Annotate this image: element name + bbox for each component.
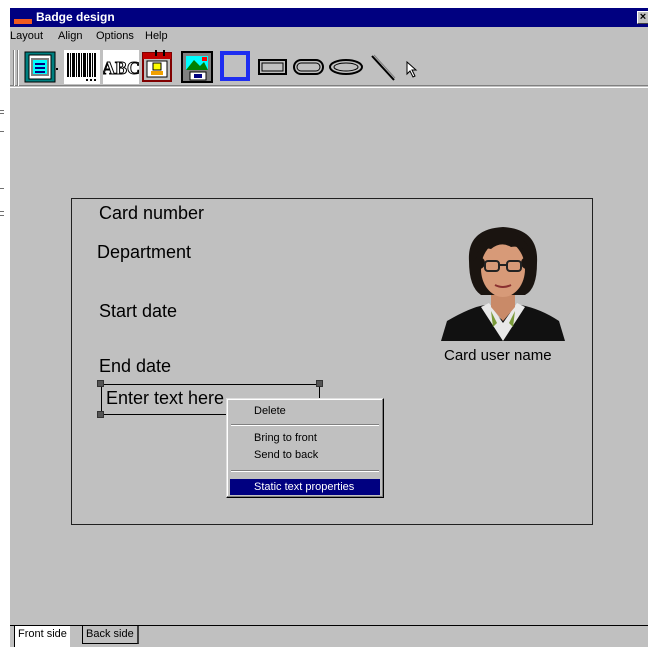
ellipse-tool-icon[interactable] <box>329 50 365 84</box>
end-date-field[interactable]: End date <box>99 356 171 377</box>
abc-text-icon[interactable]: ABC <box>101 50 141 84</box>
ctx-bring-to-front[interactable]: Bring to front <box>230 430 380 446</box>
menu-bar: Layout Align Options Help <box>10 27 648 45</box>
layout-icon[interactable] <box>23 50 61 84</box>
badge-design-window: Badge design × Layout Align Options Help <box>10 8 648 647</box>
ctx-separator <box>231 424 379 426</box>
abc-label: ABC <box>103 58 139 78</box>
ctx-static-text-properties[interactable]: Static text properties <box>230 479 380 495</box>
rounded-rect-tool-icon[interactable] <box>292 50 326 84</box>
window-title: Badge design <box>36 10 115 24</box>
line-tool-icon[interactable] <box>368 50 398 84</box>
ctx-delete[interactable]: Delete <box>230 403 380 419</box>
menu-align[interactable]: Align <box>58 30 82 42</box>
tab-back-side[interactable]: Back side <box>82 626 139 644</box>
ctx-send-to-back[interactable]: Send to back <box>230 447 380 463</box>
barcode-icon[interactable] <box>64 50 100 84</box>
ctx-separator <box>231 470 379 472</box>
resize-handle-top-left[interactable] <box>97 380 104 387</box>
context-menu: Delete Bring to front Send to back Stati… <box>226 398 384 498</box>
toolbar: ABC <box>10 46 648 86</box>
user-photo[interactable] <box>441 223 565 341</box>
close-button[interactable]: × <box>637 11 648 24</box>
square-tool-icon[interactable] <box>219 50 253 84</box>
card-number-field[interactable]: Card number <box>99 203 204 224</box>
picture-icon[interactable] <box>180 50 216 84</box>
screen-left-edge <box>0 0 10 647</box>
title-bar: Badge design × <box>10 8 648 27</box>
pointer-tool-icon[interactable] <box>402 50 426 84</box>
side-tabs: Front side Back side <box>10 625 648 647</box>
enter-text-here-label[interactable]: Enter text here <box>106 388 224 409</box>
rectangle-tool-icon[interactable] <box>257 50 289 84</box>
menu-help[interactable]: Help <box>145 30 168 42</box>
department-field[interactable]: Department <box>97 242 191 263</box>
menu-options[interactable]: Options <box>96 30 134 42</box>
toolbar-separator <box>17 50 19 86</box>
resize-handle-top-right[interactable] <box>316 380 323 387</box>
toolbar-separator <box>13 50 15 86</box>
screen-top-edge <box>10 0 648 8</box>
resize-handle-bottom-left[interactable] <box>97 411 104 418</box>
date-icon[interactable] <box>141 50 177 84</box>
app-icon <box>14 12 32 25</box>
tab-front-side[interactable]: Front side <box>14 626 70 647</box>
menu-layout[interactable]: Layout <box>10 30 43 42</box>
start-date-field[interactable]: Start date <box>99 301 177 322</box>
card-user-name-field[interactable]: Card user name <box>444 347 552 364</box>
